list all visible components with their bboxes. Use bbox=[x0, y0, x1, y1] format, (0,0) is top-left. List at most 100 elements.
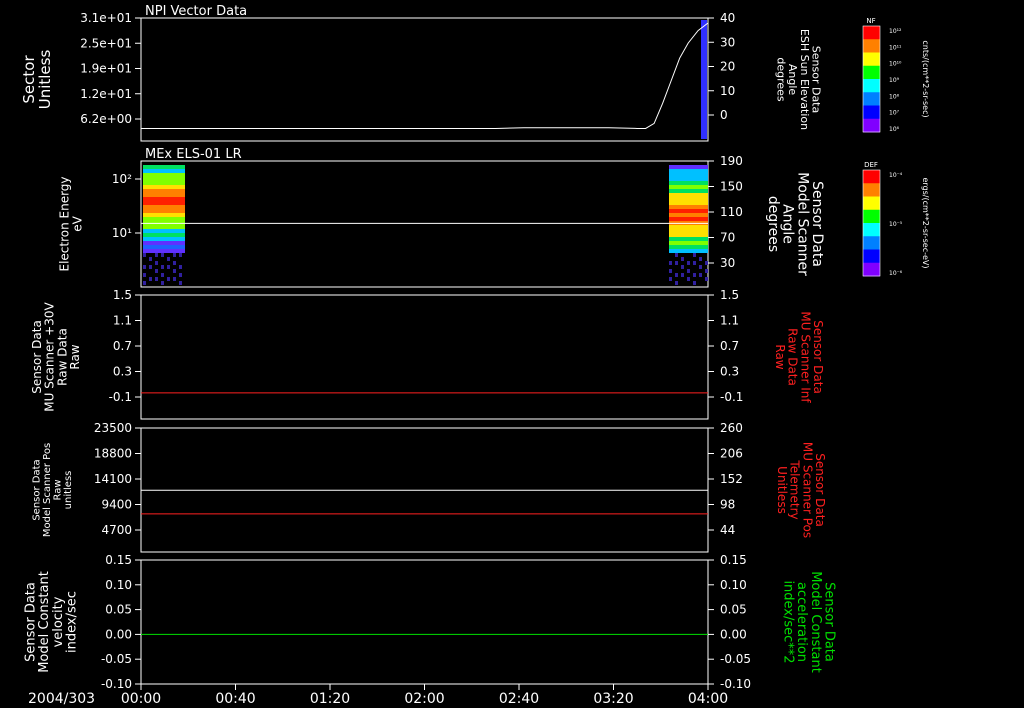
spectrogram-cell bbox=[158, 189, 161, 193]
spectrogram-cell bbox=[693, 261, 696, 265]
spectrogram-cell bbox=[690, 237, 693, 241]
colorbar-2-segment bbox=[863, 223, 880, 237]
spectrogram-cell bbox=[681, 225, 684, 229]
spectrogram-cell bbox=[164, 185, 167, 189]
spectrogram-cell bbox=[146, 205, 149, 209]
panel-1-ytick-label: 3.1e+01 bbox=[80, 11, 132, 25]
spectrogram-cell bbox=[146, 181, 149, 185]
spectrogram-cell bbox=[672, 205, 675, 209]
spectrogram-cell bbox=[693, 237, 696, 241]
colorbar-1-segment bbox=[863, 65, 880, 80]
spectrogram-cell bbox=[161, 213, 164, 217]
spectrogram-cell bbox=[158, 241, 161, 245]
spectrogram-cell bbox=[705, 237, 708, 241]
spectrogram-cell bbox=[702, 213, 705, 217]
panel-3-ylabel: Sensor DataMU Scanner +30VRaw DataRaw bbox=[30, 302, 82, 412]
spectrogram-cell bbox=[684, 201, 687, 205]
spectrogram-cell bbox=[149, 197, 152, 201]
spectrogram-cell bbox=[164, 229, 167, 233]
spectrogram-cell bbox=[675, 165, 678, 169]
panel-5-y2tick-label: 0.10 bbox=[720, 578, 747, 592]
spectrogram-cell bbox=[155, 269, 158, 273]
spectrogram-cell bbox=[696, 245, 699, 249]
spectrogram-cell bbox=[155, 225, 158, 229]
spectrogram-cell bbox=[696, 201, 699, 205]
spectrogram-cell bbox=[705, 225, 708, 229]
spectrogram-cell bbox=[684, 217, 687, 221]
spectrogram-cell bbox=[179, 225, 182, 229]
spectrogram-cell bbox=[702, 189, 705, 193]
spectrogram-cell bbox=[669, 181, 672, 185]
spectrogram-cell bbox=[681, 241, 684, 245]
spectrogram-cell bbox=[672, 169, 675, 173]
spectrogram-cell bbox=[176, 177, 179, 181]
spectrogram-cell bbox=[681, 173, 684, 177]
spectrogram-cell bbox=[173, 209, 176, 213]
spectrogram-cell bbox=[672, 165, 675, 169]
panel-5-ytick-label: 0.00 bbox=[105, 627, 132, 641]
spectrogram-cell bbox=[173, 205, 176, 209]
panel-2-title: MEx ELS-01 LR bbox=[145, 147, 242, 162]
spectrogram-cell bbox=[672, 245, 675, 249]
spectrogram-cell bbox=[690, 213, 693, 217]
spectrogram-cell bbox=[167, 265, 170, 269]
spectrogram-cell bbox=[687, 241, 690, 245]
spectrogram-cell bbox=[149, 201, 152, 205]
spectrogram-cell bbox=[158, 237, 161, 241]
time-tick-label: 01:20 bbox=[310, 691, 350, 707]
spectrogram-cell bbox=[179, 185, 182, 189]
panel-5-y2label: Sensor DataModel Constantaccelerationind… bbox=[781, 571, 837, 673]
spectrogram-cell bbox=[161, 209, 164, 213]
spectrogram-cell bbox=[687, 177, 690, 181]
spectrogram-cell bbox=[161, 245, 164, 249]
spectrogram-cell bbox=[146, 229, 149, 233]
spectrogram-cell bbox=[158, 181, 161, 185]
panel-4-ytick-label: 14100 bbox=[94, 472, 132, 486]
colorbar-1-tick: 10⁸ bbox=[889, 93, 900, 100]
spectrogram-cell bbox=[155, 209, 158, 213]
spectrogram-cell bbox=[161, 185, 164, 189]
spectrogram-cell bbox=[687, 193, 690, 197]
colorbar-2-segment bbox=[863, 209, 880, 224]
spectrogram-cell bbox=[681, 205, 684, 209]
colorbar-1-tick: 10⁷ bbox=[889, 110, 900, 117]
spectrogram-cell bbox=[690, 241, 693, 245]
spectrogram-cell bbox=[687, 237, 690, 241]
spectrogram-cell bbox=[173, 233, 176, 237]
spectrogram-cell bbox=[681, 169, 684, 173]
spectrogram-cell bbox=[690, 233, 693, 237]
spectrogram-cell bbox=[702, 229, 705, 233]
panel-4-ylabel-line: Sensor Data bbox=[31, 459, 42, 520]
panel-2-y2label-line: degrees bbox=[765, 196, 781, 252]
spectrogram-cell bbox=[155, 261, 158, 265]
spectrogram-cell bbox=[173, 201, 176, 205]
time-tick-label: 02:40 bbox=[499, 691, 539, 707]
panel-5-ytick-label: -0.05 bbox=[101, 652, 132, 666]
spectrogram-cell bbox=[158, 173, 161, 177]
spectrogram-cell bbox=[687, 169, 690, 173]
spectrogram-cell bbox=[669, 229, 672, 233]
spectrogram-cell bbox=[167, 197, 170, 201]
spectrogram-cell bbox=[690, 245, 693, 249]
spectrogram-cell bbox=[161, 253, 164, 257]
spectrogram-cell bbox=[675, 281, 678, 285]
panel-4-ytick-label: 23500 bbox=[94, 421, 132, 435]
spectrogram-cell bbox=[179, 249, 182, 253]
spectrogram-cell bbox=[161, 177, 164, 181]
spectrogram-cell bbox=[699, 225, 702, 229]
spectrogram-cell bbox=[146, 213, 149, 217]
spectrogram-cell bbox=[696, 193, 699, 197]
spectrogram-cell bbox=[143, 225, 146, 229]
spectrogram-cell bbox=[143, 169, 146, 173]
spectrogram-cell bbox=[161, 197, 164, 201]
spectrogram-cell bbox=[173, 181, 176, 185]
panel-3-ylabel-line: Raw bbox=[68, 344, 82, 369]
spectrogram-cell bbox=[182, 209, 185, 213]
spectrogram-cell bbox=[675, 181, 678, 185]
spectrogram-cell bbox=[699, 241, 702, 245]
spectrogram-cell bbox=[164, 177, 167, 181]
spectrogram-cell bbox=[152, 233, 155, 237]
spectrogram-cell bbox=[684, 225, 687, 229]
spectrogram-cell bbox=[684, 197, 687, 201]
spectrogram-cell bbox=[678, 169, 681, 173]
